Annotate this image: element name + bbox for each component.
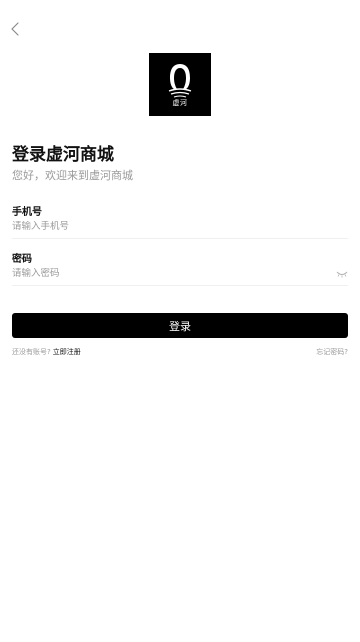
login-button[interactable]: 登录 bbox=[12, 313, 348, 338]
app-logo: 虚河 bbox=[149, 53, 211, 116]
password-field bbox=[12, 262, 348, 286]
logo-text: 虚河 bbox=[172, 99, 188, 107]
back-button[interactable] bbox=[4, 18, 26, 40]
page-subtitle: 您好，欢迎来到虚河商城 bbox=[12, 169, 133, 182]
phone-input[interactable] bbox=[12, 221, 348, 232]
forgot-password-link[interactable]: 忘记密码? bbox=[316, 347, 348, 357]
logo-mark-icon bbox=[168, 64, 192, 98]
login-screen: 虚河 登录虚河商城 您好，欢迎来到虚河商城 手机号 密码 登录 还没有账号?立即… bbox=[0, 0, 360, 642]
register-link[interactable]: 立即注册 bbox=[53, 348, 81, 356]
eye-closed-icon[interactable] bbox=[336, 269, 348, 279]
chevron-left-icon bbox=[11, 22, 19, 36]
page-title: 登录虚河商城 bbox=[12, 145, 114, 165]
register-row: 还没有账号? 立即注册 bbox=[12, 347, 81, 357]
register-prompt: 还没有账号? bbox=[12, 348, 51, 356]
password-input[interactable] bbox=[12, 268, 348, 279]
phone-field bbox=[12, 215, 348, 239]
